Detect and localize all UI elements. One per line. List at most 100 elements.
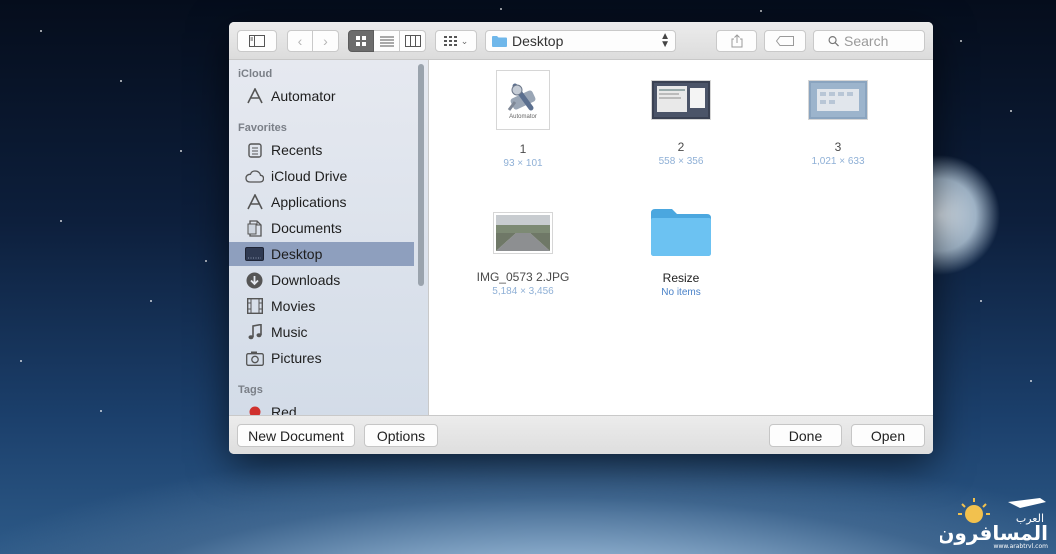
sidebar-item-documents[interactable]: Documents (229, 216, 414, 240)
sidebar-item-red-tag[interactable]: Red (229, 400, 414, 415)
downloads-icon (245, 272, 264, 289)
location-popup[interactable]: Desktop ▲ ▼ (485, 30, 676, 52)
sidebar-item-pictures[interactable]: Pictures (229, 346, 414, 370)
documents-icon (245, 219, 264, 237)
file-item[interactable]: IMG_0573 2.JPG 5,184 × 3,456 (468, 206, 578, 297)
open-dialog: ‹ › ⌄ Desktop ▲ ▼ Search iCloud Automato… (229, 22, 933, 454)
updown-chevron-icon: ▲ ▼ (660, 31, 670, 50)
sidebar-item-label: Desktop (271, 246, 323, 262)
sidebar-item-label: Downloads (271, 272, 341, 288)
sidebar-item-label: Red (271, 404, 297, 415)
file-dimensions: 558 × 356 (658, 156, 704, 167)
file-item[interactable]: Automator 1 93 × 101 (468, 70, 578, 169)
sidebar-item-label: Automator (271, 88, 336, 104)
desktop-icon (245, 246, 264, 263)
sidebar-item-recents[interactable]: Recents (229, 138, 414, 162)
watermark-large-text: المسافرون (940, 521, 1048, 545)
sidebar-item-icloud-drive[interactable]: iCloud Drive (229, 164, 414, 188)
file-dimensions: 5,184 × 3,456 (492, 286, 554, 297)
sidebar-item-label: iCloud Drive (271, 168, 348, 184)
file-thumbnail (808, 80, 868, 120)
sidebar-toggle-button[interactable] (237, 30, 277, 52)
automator-icon (245, 88, 264, 105)
applications-icon (245, 194, 264, 211)
site-watermark-logo: العرب المسافرون www.arabtrvl.com (937, 492, 1052, 550)
sidebar-item-music[interactable]: Music (229, 320, 414, 344)
list-icon (379, 36, 394, 46)
chevron-right-icon: › (323, 33, 328, 49)
recents-icon (245, 142, 264, 159)
back-button[interactable]: ‹ (287, 30, 313, 52)
folder-name: Resize (662, 271, 700, 285)
sidebar-heading-favorites: Favorites (238, 122, 287, 134)
sidebar-item-movies[interactable]: Movies (229, 294, 414, 318)
sidebar-item-label: Music (271, 324, 308, 340)
photo-thumbnail-icon (496, 215, 550, 251)
folder-item-count: No items (661, 287, 701, 298)
file-name: 3 (834, 140, 842, 154)
new-document-button[interactable]: New Document (237, 424, 355, 447)
screenshot-thumbnail-icon (811, 83, 865, 117)
automator-robot-icon (507, 83, 536, 111)
tag-icon (776, 36, 794, 46)
cloud-icon (245, 168, 264, 185)
sidebar-item-desktop[interactable]: Desktop (229, 242, 414, 266)
folder-thumbnail (650, 206, 712, 258)
music-icon (245, 324, 264, 341)
sidebar: iCloud Automator Favorites Recents iClou… (229, 60, 429, 415)
red-tag-icon (245, 404, 264, 415)
tags-button[interactable] (764, 30, 806, 52)
share-icon (731, 34, 742, 48)
nav-buttons: ‹ › (287, 30, 339, 52)
sidebar-item-downloads[interactable]: Downloads (229, 268, 414, 292)
sidebar-item-label: Recents (271, 142, 323, 158)
sidebar-scrollbar[interactable] (418, 64, 424, 286)
sidebar-item-automator[interactable]: Automator (229, 84, 414, 108)
watermark-url: www.arabtrvl.com (994, 543, 1049, 550)
search-field[interactable] (813, 30, 925, 52)
toolbar: ‹ › ⌄ Desktop ▲ ▼ (229, 22, 933, 60)
file-dimensions: 93 × 101 (503, 158, 543, 169)
file-browser: Automator 1 93 × 101 2 558 × 356 3 1,021… (430, 60, 933, 415)
icon-view-button[interactable] (348, 30, 374, 52)
dialog-footer: New Document Options Done Open (229, 415, 933, 454)
open-button[interactable]: Open (851, 424, 925, 447)
movies-icon (245, 298, 264, 315)
column-view-button[interactable] (400, 30, 426, 52)
pictures-icon (245, 350, 264, 367)
file-thumbnail-label: Automator (509, 114, 537, 120)
grid-icon (356, 36, 366, 46)
file-name: IMG_0573 2.JPG (476, 270, 570, 284)
arrange-button[interactable]: ⌄ (435, 30, 477, 52)
chevron-down-icon: ⌄ (460, 35, 469, 46)
share-button[interactable] (716, 30, 757, 52)
forward-button[interactable]: › (313, 30, 339, 52)
sidebar-item-label: Movies (271, 298, 316, 314)
search-icon (828, 36, 839, 47)
options-button[interactable]: Options (364, 424, 438, 447)
sidebar-item-applications[interactable]: Applications (229, 190, 414, 214)
screenshot-thumbnail-icon (654, 83, 708, 117)
sidebar-heading-tags: Tags (238, 384, 263, 396)
file-thumbnail (651, 80, 711, 120)
sidebar-item-label: Applications (271, 194, 347, 210)
file-name: 1 (519, 142, 527, 156)
done-button[interactable]: Done (769, 424, 842, 447)
file-thumbnail: Automator (496, 70, 550, 130)
search-input[interactable] (844, 33, 924, 49)
file-item[interactable]: 2 558 × 356 (626, 70, 736, 167)
sidebar-item-label: Documents (271, 220, 342, 236)
location-label: Desktop (512, 33, 564, 49)
view-mode-segment (348, 30, 426, 52)
columns-icon (404, 35, 421, 47)
folder-icon (651, 209, 711, 256)
file-thumbnail (493, 212, 553, 254)
list-view-button[interactable] (374, 30, 400, 52)
chevron-left-icon: ‹ (297, 33, 303, 49)
folder-icon (492, 36, 507, 47)
sidebar-icon (249, 35, 265, 47)
file-item[interactable]: 3 1,021 × 633 (783, 70, 893, 167)
arrange-grid-icon (443, 36, 457, 46)
folder-item[interactable]: Resize No items (626, 206, 736, 298)
file-dimensions: 1,021 × 633 (811, 156, 865, 167)
